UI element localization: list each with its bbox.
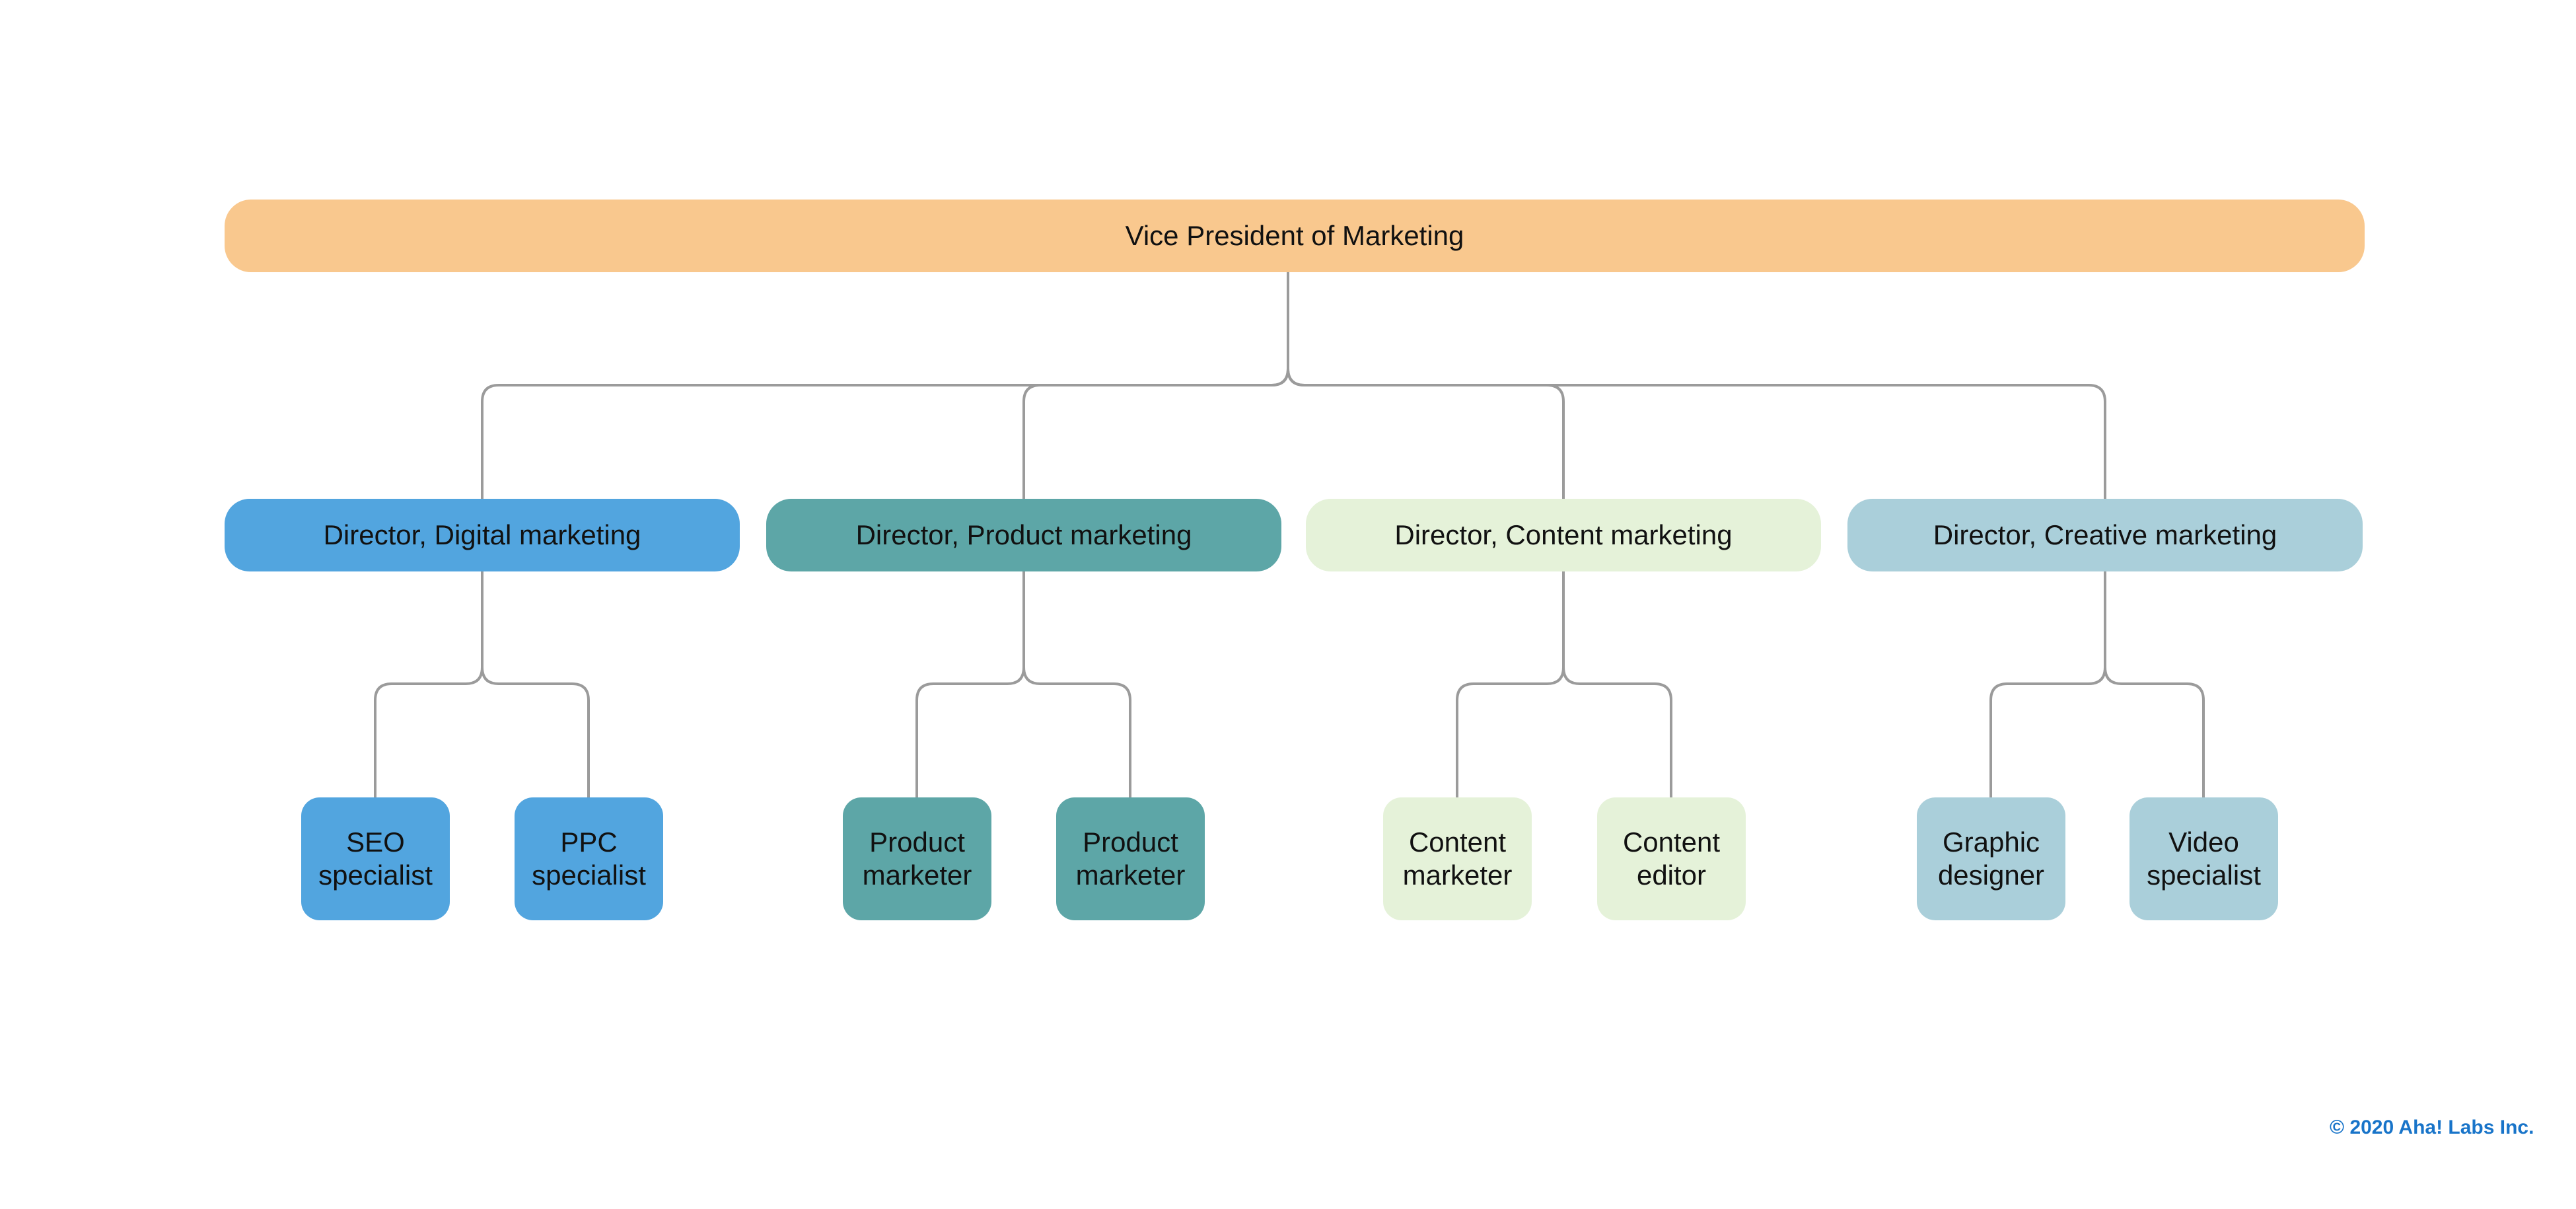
connector-lines	[374, 272, 2205, 797]
director-product-node: Director, Product marketing	[766, 499, 1281, 571]
director-2-connector-branch-1	[1562, 667, 1672, 797]
vp-connector-branch-2	[1287, 368, 1565, 499]
director-content-node: Director, Content marketing	[1306, 499, 1821, 571]
director-creative-node: Director, Creative marketing	[1847, 499, 2363, 571]
vp-connector-branch-0	[481, 368, 1289, 499]
video-specialist-node: Video specialist	[2129, 797, 2278, 920]
content-editor-node: Content editor	[1597, 797, 1746, 920]
graphic-designer-node: Graphic designer	[1917, 797, 2065, 920]
seo-specialist-node: SEO specialist	[301, 797, 450, 920]
director-0-connector-branch-1	[481, 667, 590, 797]
content-marketer-node: Content marketer	[1383, 797, 1532, 920]
director-digital-node: Director, Digital marketing	[225, 499, 740, 571]
director-1-connector-branch-0	[915, 667, 1025, 797]
vp-connector-branch-1	[1022, 368, 1289, 499]
product-marketer-node-1: Product marketer	[843, 797, 991, 920]
director-1-connector-branch-1	[1022, 667, 1131, 797]
director-0-connector-branch-0	[374, 667, 483, 797]
vp-connector-branch-3	[1287, 368, 2106, 499]
director-3-connector-branch-1	[2104, 667, 2205, 797]
copyright-text: © 2020 Aha! Labs Inc.	[2330, 1117, 2534, 1138]
director-3-connector-branch-0	[1989, 667, 2106, 797]
vp-node: Vice President of Marketing	[225, 200, 2365, 272]
ppc-specialist-node: PPC specialist	[515, 797, 663, 920]
director-2-connector-branch-0	[1456, 667, 1565, 797]
product-marketer-node-2: Product marketer	[1056, 797, 1205, 920]
